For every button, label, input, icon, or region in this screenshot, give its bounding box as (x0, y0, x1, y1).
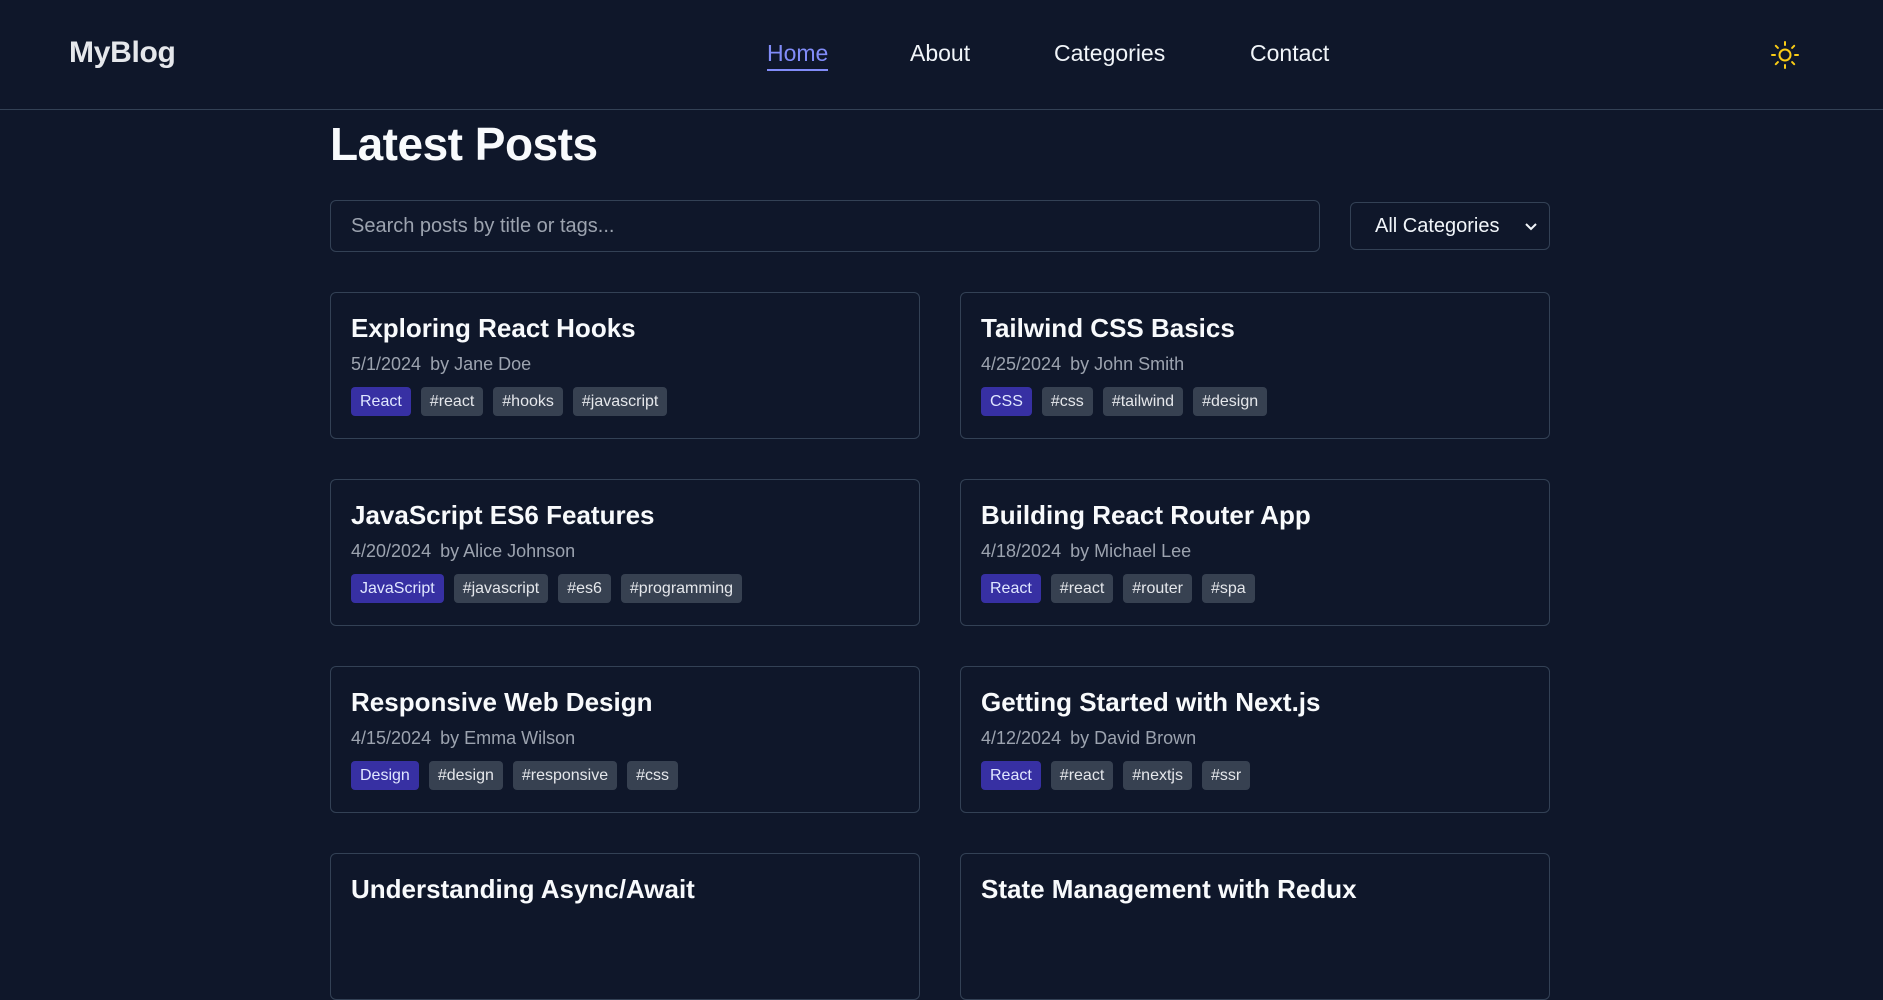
post-title[interactable]: Responsive Web Design (351, 689, 899, 715)
search-input[interactable] (330, 200, 1320, 252)
tag-badge[interactable]: #tailwind (1102, 387, 1184, 417)
tag-badge[interactable]: #hooks (493, 387, 563, 417)
tag-badge[interactable]: #css (1041, 387, 1093, 417)
post-card[interactable]: Tailwind CSS Basics 4/25/2024 by John Smi… (960, 292, 1550, 439)
post-author: by David Brown (1070, 728, 1197, 748)
post-tags: React #react #router #spa (981, 574, 1529, 604)
post-title[interactable]: Tailwind CSS Basics (981, 315, 1529, 341)
post-card[interactable]: Understanding Async/Await (330, 853, 920, 1000)
tag-badge[interactable]: #responsive (512, 761, 618, 791)
post-tags: React #react #hooks #javascript (351, 387, 899, 417)
nav-categories[interactable]: Categories (1054, 40, 1165, 67)
post-tags: JavaScript #javascript #es6 #programming (351, 574, 899, 604)
post-card[interactable]: Getting Started with Next.js 4/12/2024 by… (960, 666, 1550, 813)
tag-badge[interactable]: #react (420, 387, 484, 417)
post-title[interactable]: JavaScript ES6 Features (351, 502, 899, 528)
tag-badge[interactable]: #react (1050, 574, 1114, 604)
post-title[interactable]: State Management with Redux (981, 876, 1529, 902)
post-title[interactable]: Understanding Async/Await (351, 876, 899, 902)
tag-badge[interactable]: #design (428, 761, 503, 791)
tag-badge[interactable]: #javascript (453, 574, 549, 604)
site-logo[interactable]: MyBlog (69, 36, 176, 70)
tag-badge[interactable]: #react (1050, 761, 1114, 791)
category-badge[interactable]: React (981, 574, 1041, 604)
category-badge[interactable]: JavaScript (351, 574, 444, 604)
post-tags: Design #design #responsive #css (351, 761, 899, 791)
post-meta: 4/18/2024 by Michael Lee (981, 541, 1529, 562)
post-date: 4/12/2024 (981, 728, 1062, 748)
tag-badge[interactable]: #router (1123, 574, 1192, 604)
post-meta: 4/25/2024 by John Smith (981, 354, 1529, 375)
tag-badge[interactable]: #ssr (1201, 761, 1251, 791)
post-author: by John Smith (1070, 354, 1185, 374)
category-badge[interactable]: Design (351, 761, 419, 791)
theme-toggle-button[interactable] (1770, 40, 1800, 70)
post-card[interactable]: Responsive Web Design 4/15/2024 by Emma W… (330, 666, 920, 813)
post-author: by Michael Lee (1070, 541, 1192, 561)
tag-badge[interactable]: #es6 (558, 574, 611, 604)
post-title[interactable]: Exploring React Hooks (351, 315, 899, 341)
post-tags: React #react #nextjs #ssr (981, 761, 1529, 791)
category-badge[interactable]: CSS (981, 387, 1032, 417)
post-title[interactable]: Building React Router App (981, 502, 1529, 528)
post-date: 4/25/2024 (981, 354, 1062, 374)
post-card[interactable]: Building React Router App 4/18/2024 by Mi… (960, 479, 1550, 626)
category-select-value: All Categories (1375, 214, 1500, 237)
post-meta: 4/12/2024 by David Brown (981, 728, 1529, 749)
site-header: MyBlog Home About Categories Contact (0, 0, 1883, 110)
tag-badge[interactable]: #spa (1201, 574, 1255, 604)
tag-badge[interactable]: #css (627, 761, 679, 791)
tag-badge[interactable]: #design (1193, 387, 1268, 417)
post-meta: 5/1/2024 by Jane Doe (351, 354, 899, 375)
post-date: 4/20/2024 (351, 541, 432, 561)
category-select[interactable]: All Categories (1350, 202, 1550, 250)
nav-home[interactable]: Home (767, 40, 829, 71)
post-card[interactable]: JavaScript ES6 Features 4/20/2024 by Alic… (330, 479, 920, 626)
post-tags: CSS #css #tailwind #design (981, 387, 1529, 417)
tag-badge[interactable]: #javascript (572, 387, 668, 417)
tag-badge[interactable]: #programming (620, 574, 743, 604)
category-badge[interactable]: React (351, 387, 411, 417)
post-date: 5/1/2024 (351, 354, 422, 374)
post-author: by Jane Doe (430, 354, 532, 374)
sun-icon (1771, 41, 1799, 69)
chevron-down-icon (1525, 218, 1537, 234)
page-title: Latest Posts (330, 118, 598, 170)
post-card[interactable]: State Management with Redux (960, 853, 1550, 1000)
post-meta: 4/20/2024 by Alice Johnson (351, 541, 899, 562)
post-author: by Alice Johnson (440, 541, 576, 561)
post-card[interactable]: Exploring React Hooks 5/1/2024 by Jane Do… (330, 292, 920, 439)
post-date: 4/15/2024 (351, 728, 432, 748)
tag-badge[interactable]: #nextjs (1123, 761, 1192, 791)
post-date: 4/18/2024 (981, 541, 1062, 561)
nav-about[interactable]: About (910, 40, 970, 67)
post-title[interactable]: Getting Started with Next.js (981, 689, 1529, 715)
post-meta: 4/15/2024 by Emma Wilson (351, 728, 899, 749)
category-badge[interactable]: React (981, 761, 1041, 791)
post-author: by Emma Wilson (440, 728, 576, 748)
nav-contact[interactable]: Contact (1250, 40, 1329, 67)
